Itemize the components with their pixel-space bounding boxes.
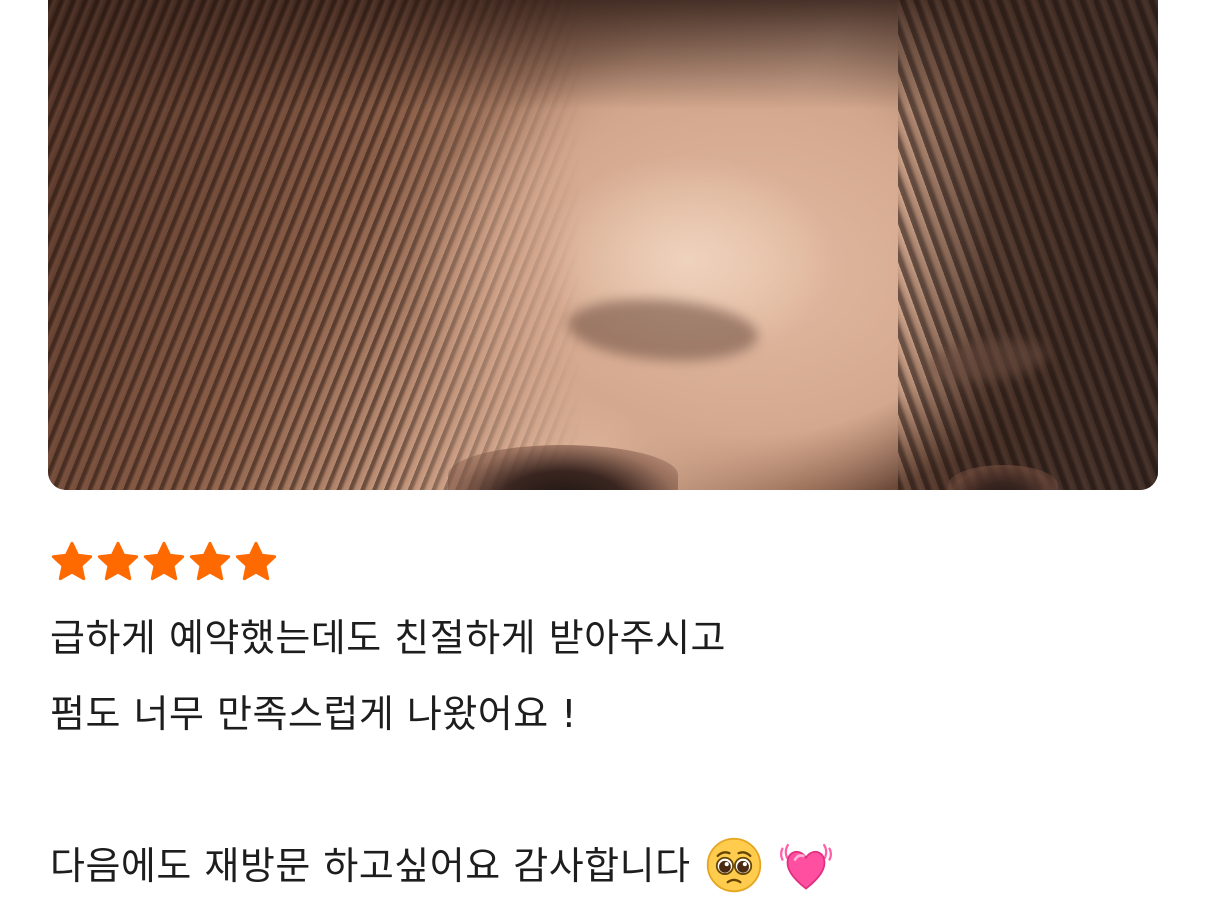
review-text: 급하게 예약했는데도 친절하게 받아주시고 펌도 너무 만족스럽게 나왔어요 !…	[50, 600, 1150, 904]
star-icon	[97, 541, 139, 581]
star-icon	[51, 541, 93, 581]
photo-hair-right	[898, 0, 1158, 490]
review-line-2: 펌도 너무 만족스럽게 나왔어요 !	[50, 692, 578, 736]
review-line-4-text: 다음에도 재방문 하고싶어요 감사합니다	[50, 844, 691, 888]
review-card: 급하게 예약했는데도 친절하게 받아주시고 펌도 너무 만족스럽게 나왔어요 !…	[0, 0, 1206, 916]
star-icon	[235, 541, 277, 581]
pleading-face-emoji	[705, 836, 763, 894]
star-icon	[189, 541, 231, 581]
review-line-4: 다음에도 재방문 하고싶어요 감사합니다	[50, 828, 1150, 904]
star-icon	[143, 541, 185, 581]
growing-heart-emoji	[777, 836, 835, 894]
review-photo[interactable]	[48, 0, 1158, 490]
review-line-blank	[50, 752, 1150, 828]
star-rating	[50, 540, 278, 584]
review-line-1: 급하게 예약했는데도 친절하게 받아주시고	[50, 616, 727, 660]
